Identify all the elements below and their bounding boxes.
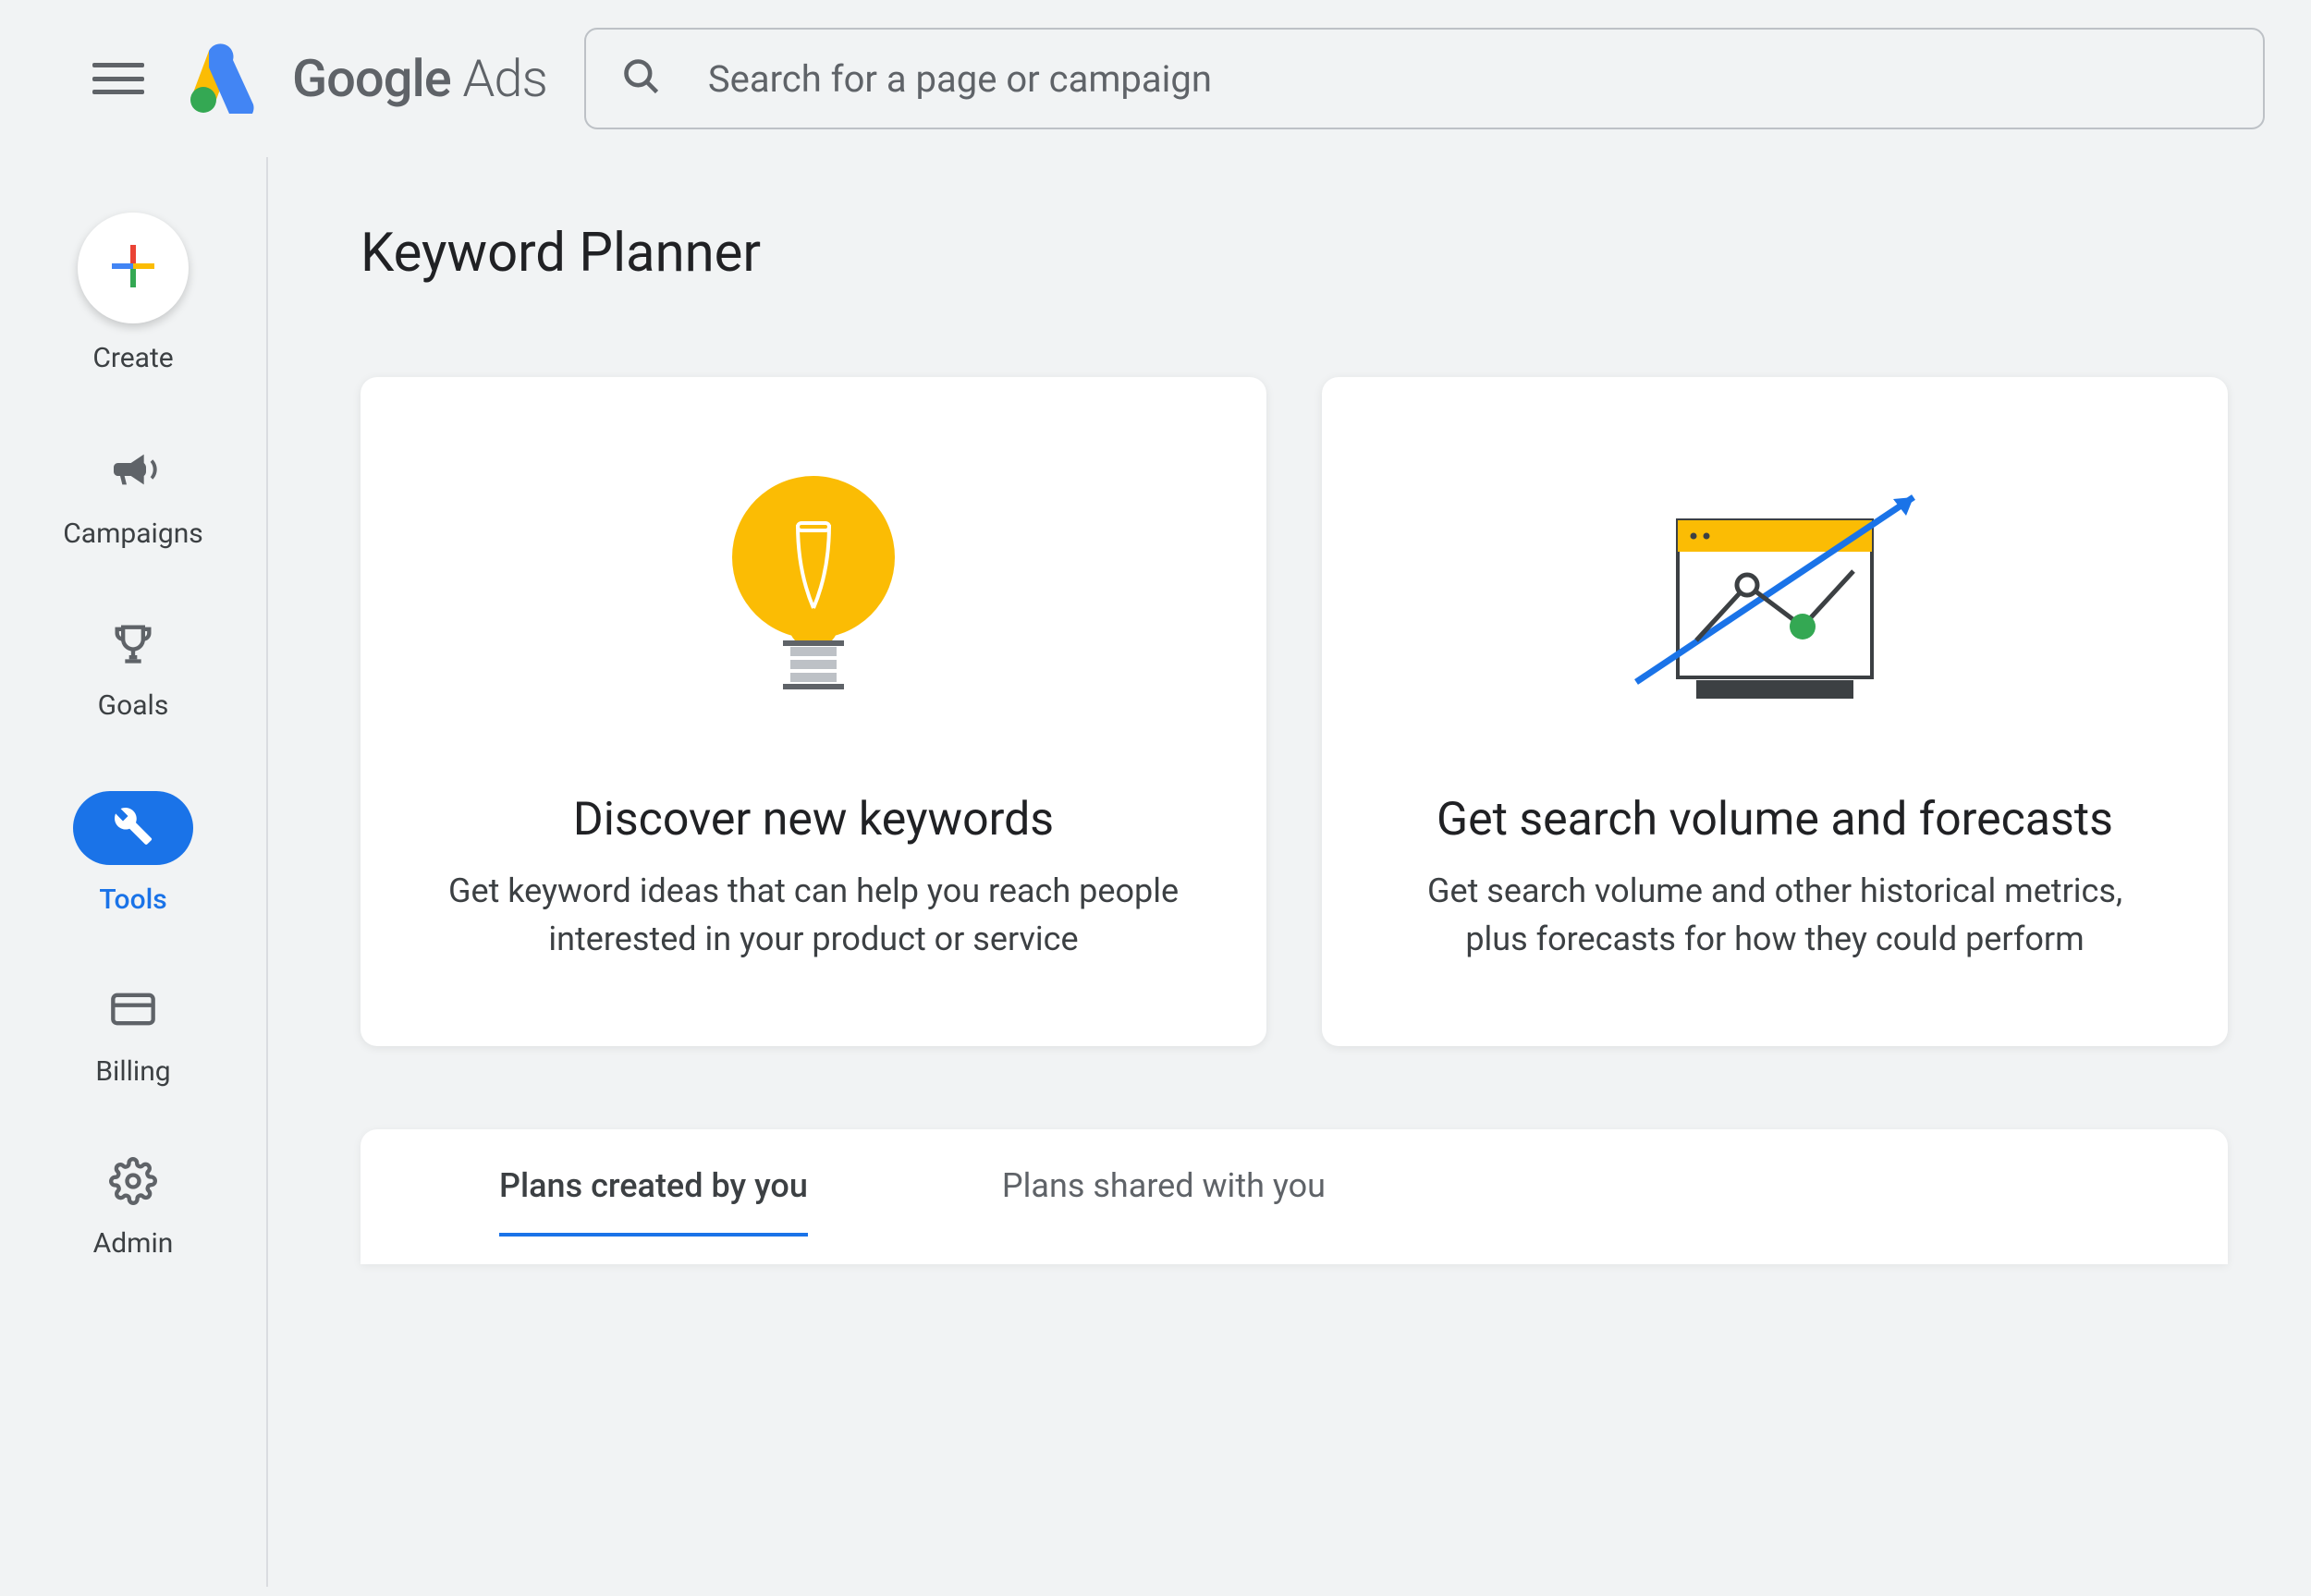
header: Google Ads — [0, 0, 2311, 157]
sidebar-item-label: Billing — [95, 1055, 170, 1088]
cards-row: Discover new keywords Get keyword ideas … — [361, 377, 2228, 1046]
logo-text: Google Ads — [292, 48, 547, 109]
tab-plans-shared[interactable]: Plans shared with you — [1002, 1166, 1326, 1237]
card-description: Get keyword ideas that can help you reac… — [434, 867, 1192, 963]
sidebar-item-label: Campaigns — [63, 518, 203, 550]
sidebar-item-billing[interactable]: Billing — [95, 985, 170, 1088]
sidebar-item-label: Create — [92, 342, 173, 374]
create-button[interactable] — [78, 213, 189, 323]
search-input[interactable] — [708, 57, 2228, 101]
trophy-icon — [109, 619, 157, 671]
sidebar-item-tools[interactable]: Tools — [73, 791, 193, 916]
chart-illustration — [1608, 469, 1941, 728]
sidebar-item-goals[interactable]: Goals — [98, 619, 169, 722]
main-content: Keyword Planner — [268, 157, 2311, 1587]
tab-plans-created[interactable]: Plans created by you — [499, 1166, 808, 1237]
sidebar-item-label: Goals — [98, 689, 169, 722]
sidebar-item-create[interactable]: Create — [78, 213, 189, 374]
sidebar: Create Campaigns — [0, 157, 268, 1587]
page-title: Keyword Planner — [361, 222, 2228, 285]
sidebar-item-label: Admin — [93, 1227, 174, 1260]
card-discover-keywords[interactable]: Discover new keywords Get keyword ideas … — [361, 377, 1266, 1046]
menu-button[interactable] — [92, 60, 144, 97]
megaphone-icon — [107, 444, 159, 499]
lightbulb-illustration — [726, 469, 901, 728]
sidebar-item-admin[interactable]: Admin — [93, 1157, 174, 1260]
google-ads-logo-icon — [181, 40, 264, 117]
sidebar-item-campaigns[interactable]: Campaigns — [63, 444, 203, 550]
search-icon — [621, 56, 662, 101]
plus-icon — [110, 243, 156, 293]
logo[interactable]: Google Ads — [181, 40, 547, 117]
search-box[interactable] — [584, 28, 2265, 129]
tools-icon — [113, 806, 153, 850]
sidebar-item-label: Tools — [99, 883, 166, 916]
credit-card-icon — [109, 985, 157, 1037]
card-description: Get search volume and other historical m… — [1396, 867, 2154, 963]
card-search-volume[interactable]: Get search volume and forecasts Get sear… — [1322, 377, 2228, 1046]
gear-icon — [109, 1157, 157, 1209]
tabs-panel: Plans created by you Plans shared with y… — [361, 1129, 2228, 1264]
card-title: Discover new keywords — [573, 793, 1054, 847]
card-title: Get search volume and forecasts — [1437, 793, 2113, 847]
tabs: Plans created by you Plans shared with y… — [499, 1166, 2089, 1237]
